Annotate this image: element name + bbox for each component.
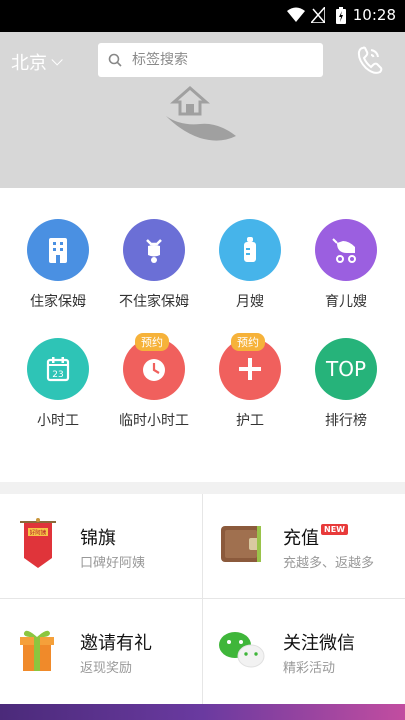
flag-text: 好阿姨 xyxy=(30,529,47,537)
plus-icon xyxy=(239,358,261,380)
reserve-badge: 预约 xyxy=(231,333,265,351)
scooter-icon xyxy=(146,239,162,263)
service-grid: 住家保姆 不住家保姆 月嫂 育儿嫂 23 小时工 预约 临时小时工 预约 护工 … xyxy=(0,188,405,482)
tile-invite[interactable]: 邀请有礼 返现奖励 xyxy=(0,599,202,703)
stroller-icon xyxy=(332,238,356,263)
tile-title: 充值 xyxy=(283,528,319,549)
status-time: 10:28 xyxy=(352,6,396,24)
tile-title: 关注微信 xyxy=(283,633,355,654)
service-icon-circle: TOP xyxy=(315,338,377,400)
service-caregiver[interactable]: 预约 护工 xyxy=(200,333,300,430)
service-icon-circle xyxy=(315,219,377,281)
tile-subtitle: 充越多、返越多 xyxy=(283,556,375,571)
tile-title: 邀请有礼 xyxy=(80,633,152,654)
service-label: 不住家保姆 xyxy=(119,294,189,310)
service-icon-circle xyxy=(219,219,281,281)
banner-flag-icon: 好阿姨 xyxy=(20,518,56,568)
status-bar: 10:28 xyxy=(0,0,405,32)
calendar-icon: 23 xyxy=(46,357,70,382)
city-label: 北京 xyxy=(11,53,47,74)
search-box[interactable] xyxy=(98,43,323,77)
city-selector[interactable]: 北京 xyxy=(11,49,63,75)
tile-title: 锦旗 xyxy=(80,528,116,549)
reserve-badge: 预约 xyxy=(135,333,169,351)
bottom-decor-strip xyxy=(0,704,405,720)
wallet-icon xyxy=(221,526,261,562)
service-live-in-nanny[interactable]: 住家保姆 xyxy=(8,219,108,311)
service-label: 月嫂 xyxy=(236,294,264,310)
service-label: 小时工 xyxy=(37,413,79,429)
wechat-icon xyxy=(219,632,265,668)
clock-icon xyxy=(143,359,165,381)
new-badge: NEW xyxy=(321,524,348,535)
gift-icon xyxy=(20,630,54,671)
service-child-nanny[interactable]: 育儿嫂 xyxy=(296,219,396,311)
home-hand-logo-icon xyxy=(166,86,236,141)
tile-subtitle: 口碑好阿姨 xyxy=(80,556,146,571)
tile-title-wrap: 充值 NEW xyxy=(283,524,348,550)
no-signal-icon xyxy=(311,7,325,23)
search-icon xyxy=(108,53,122,67)
tile-pennant[interactable]: 好阿姨 锦旗 口碑好阿姨 xyxy=(0,494,202,598)
service-icon-circle xyxy=(123,219,185,281)
header-banner[interactable]: 北京 xyxy=(0,32,405,188)
service-icon-circle: 预约 xyxy=(219,333,281,400)
service-icon-circle: 23 xyxy=(27,338,89,400)
service-label: 住家保姆 xyxy=(30,294,86,310)
chevron-down-icon xyxy=(51,54,63,66)
building-icon xyxy=(49,238,67,263)
wifi-icon xyxy=(287,7,305,22)
service-icon-circle xyxy=(27,219,89,281)
tile-subtitle: 精彩活动 xyxy=(283,661,336,676)
calendar-day: 23 xyxy=(52,370,63,380)
service-ranking[interactable]: TOP 排行榜 xyxy=(296,338,396,430)
service-icon-circle: 预约 xyxy=(123,333,185,400)
bottle-icon xyxy=(244,237,256,262)
tile-follow-wechat[interactable]: 关注微信 精彩活动 xyxy=(203,599,405,703)
service-live-out-nanny[interactable]: 不住家保姆 xyxy=(104,219,204,311)
search-input[interactable] xyxy=(130,51,314,69)
service-label: 排行榜 xyxy=(325,413,367,429)
tile-subtitle: 返现奖励 xyxy=(80,661,133,676)
phone-icon[interactable] xyxy=(354,44,384,76)
service-maternity-matron[interactable]: 月嫂 xyxy=(200,219,300,311)
feature-tiles: 好阿姨 锦旗 口碑好阿姨 充值 NEW 充越多、返越多 邀请有礼 返现奖励 关注… xyxy=(0,494,405,704)
tile-recharge[interactable]: 充值 NEW 充越多、返越多 xyxy=(203,494,405,598)
service-temp-hourly-worker[interactable]: 预约 临时小时工 xyxy=(104,333,204,430)
service-hourly-worker[interactable]: 23 小时工 xyxy=(8,338,108,430)
battery-icon xyxy=(336,7,346,24)
service-label: 育儿嫂 xyxy=(325,294,367,310)
service-label: 临时小时工 xyxy=(119,413,189,429)
service-label: 护工 xyxy=(236,413,264,429)
top-icon: TOP xyxy=(325,357,367,381)
